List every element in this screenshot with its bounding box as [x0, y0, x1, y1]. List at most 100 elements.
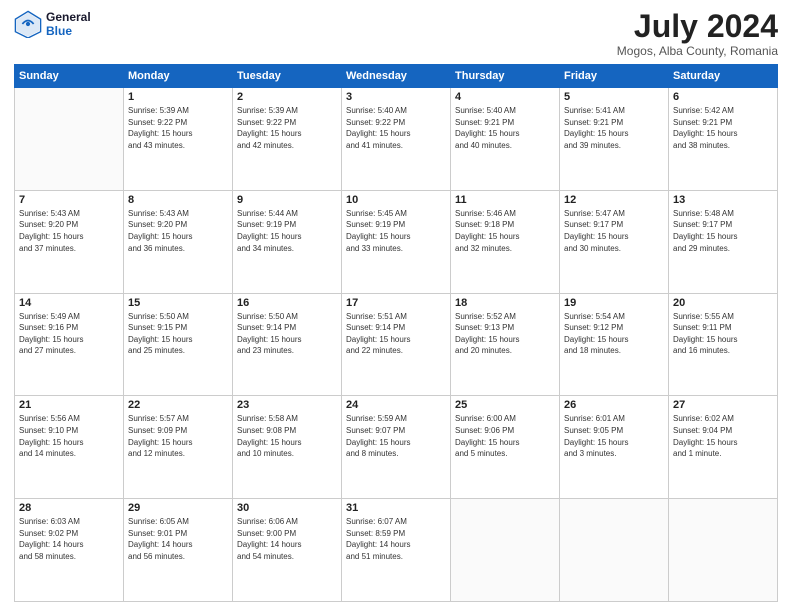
calendar-cell: 1 Sunrise: 5:39 AM Sunset: 9:22 PM Daylig…	[124, 88, 233, 191]
day-number: 10	[346, 194, 446, 206]
calendar-header-tuesday: Tuesday	[233, 65, 342, 88]
day-number: 26	[564, 399, 664, 411]
cell-content: Sunrise: 5:55 AM Sunset: 9:11 PM Dayligh…	[673, 311, 773, 357]
day-number: 31	[346, 502, 446, 514]
calendar-week-row: 14 Sunrise: 5:49 AM Sunset: 9:16 PM Dayli…	[15, 293, 778, 396]
cell-content: Sunrise: 5:51 AM Sunset: 9:14 PM Dayligh…	[346, 311, 446, 357]
cell-content: Sunrise: 5:50 AM Sunset: 9:14 PM Dayligh…	[237, 311, 337, 357]
calendar-cell: 12 Sunrise: 5:47 AM Sunset: 9:17 PM Dayli…	[560, 190, 669, 293]
day-number: 16	[237, 297, 337, 309]
day-number: 19	[564, 297, 664, 309]
calendar-cell: 18 Sunrise: 5:52 AM Sunset: 9:13 PM Dayli…	[451, 293, 560, 396]
page: General Blue July 2024 Mogos, Alba Count…	[0, 0, 792, 612]
calendar-cell: 13 Sunrise: 5:48 AM Sunset: 9:17 PM Dayli…	[669, 190, 778, 293]
calendar-cell: 4 Sunrise: 5:40 AM Sunset: 9:21 PM Daylig…	[451, 88, 560, 191]
day-number: 1	[128, 91, 228, 103]
cell-content: Sunrise: 5:40 AM Sunset: 9:22 PM Dayligh…	[346, 105, 446, 151]
calendar-week-row: 21Sunrise: 5:56 AM Sunset: 9:10 PM Dayli…	[15, 396, 778, 499]
logo-text: General Blue	[46, 10, 91, 39]
calendar-cell	[15, 88, 124, 191]
day-number: 5	[564, 91, 664, 103]
title-area: July 2024 Mogos, Alba County, Romania	[617, 10, 778, 58]
calendar-cell: 3 Sunrise: 5:40 AM Sunset: 9:22 PM Daylig…	[342, 88, 451, 191]
cell-content: Sunrise: 6:03 AM Sunset: 9:02 PM Dayligh…	[19, 516, 119, 562]
cell-content: Sunrise: 5:54 AM Sunset: 9:12 PM Dayligh…	[564, 311, 664, 357]
calendar-header-wednesday: Wednesday	[342, 65, 451, 88]
day-number: 8	[128, 194, 228, 206]
cell-content: Sunrise: 6:00 AM Sunset: 9:06 PM Dayligh…	[455, 413, 555, 459]
calendar-cell: 26 Sunrise: 6:01 AM Sunset: 9:05 PM Dayli…	[560, 396, 669, 499]
cell-content: Sunrise: 5:43 AM Sunset: 9:20 PM Dayligh…	[128, 208, 228, 254]
cell-content: Sunrise: 5:57 AM Sunset: 9:09 PM Dayligh…	[128, 413, 228, 459]
calendar-cell: 15 Sunrise: 5:50 AM Sunset: 9:15 PM Dayli…	[124, 293, 233, 396]
cell-content: Sunrise: 5:48 AM Sunset: 9:17 PM Dayligh…	[673, 208, 773, 254]
cell-content: Sunrise: 5:39 AM Sunset: 9:22 PM Dayligh…	[237, 105, 337, 151]
calendar-cell	[560, 499, 669, 602]
cell-content: Sunrise: 6:07 AM Sunset: 8:59 PM Dayligh…	[346, 516, 446, 562]
calendar-week-row: 28 Sunrise: 6:03 AM Sunset: 9:02 PM Dayli…	[15, 499, 778, 602]
calendar-cell: 25 Sunrise: 6:00 AM Sunset: 9:06 PM Dayli…	[451, 396, 560, 499]
day-number: 24	[346, 399, 446, 411]
day-number: 17	[346, 297, 446, 309]
day-number: 3	[346, 91, 446, 103]
cell-content: Sunrise: 5:52 AM Sunset: 9:13 PM Dayligh…	[455, 311, 555, 357]
cell-content: Sunrise: 5:39 AM Sunset: 9:22 PM Dayligh…	[128, 105, 228, 151]
day-number: 9	[237, 194, 337, 206]
calendar-cell: 9 Sunrise: 5:44 AM Sunset: 9:19 PM Daylig…	[233, 190, 342, 293]
month-title: July 2024	[617, 10, 778, 42]
day-number: 28	[19, 502, 119, 514]
cell-content: Sunrise: 6:06 AM Sunset: 9:00 PM Dayligh…	[237, 516, 337, 562]
cell-content: Sunrise: 6:05 AM Sunset: 9:01 PM Dayligh…	[128, 516, 228, 562]
calendar-cell: 31 Sunrise: 6:07 AM Sunset: 8:59 PM Dayli…	[342, 499, 451, 602]
cell-content: Sunrise: 5:43 AM Sunset: 9:20 PM Dayligh…	[19, 208, 119, 254]
calendar-header-friday: Friday	[560, 65, 669, 88]
calendar-week-row: 1 Sunrise: 5:39 AM Sunset: 9:22 PM Daylig…	[15, 88, 778, 191]
cell-content: Sunrise: 5:41 AM Sunset: 9:21 PM Dayligh…	[564, 105, 664, 151]
day-number: 12	[564, 194, 664, 206]
cell-content: Sunrise: 5:58 AM Sunset: 9:08 PM Dayligh…	[237, 413, 337, 459]
day-number: 15	[128, 297, 228, 309]
logo-area: General Blue	[14, 10, 91, 39]
location: Mogos, Alba County, Romania	[617, 44, 778, 58]
calendar-header-sunday: Sunday	[15, 65, 124, 88]
calendar-cell: 27Sunrise: 6:02 AM Sunset: 9:04 PM Dayli…	[669, 396, 778, 499]
cell-content: Sunrise: 5:45 AM Sunset: 9:19 PM Dayligh…	[346, 208, 446, 254]
day-number: 13	[673, 194, 773, 206]
logo-general: General	[46, 10, 91, 24]
day-number: 21	[19, 399, 119, 411]
logo-icon	[14, 10, 42, 38]
calendar-week-row: 7 Sunrise: 5:43 AM Sunset: 9:20 PM Daylig…	[15, 190, 778, 293]
day-number: 27	[673, 399, 773, 411]
cell-content: Sunrise: 5:49 AM Sunset: 9:16 PM Dayligh…	[19, 311, 119, 357]
calendar-cell	[669, 499, 778, 602]
day-number: 7	[19, 194, 119, 206]
calendar-cell: 8 Sunrise: 5:43 AM Sunset: 9:20 PM Daylig…	[124, 190, 233, 293]
day-number: 20	[673, 297, 773, 309]
cell-content: Sunrise: 5:47 AM Sunset: 9:17 PM Dayligh…	[564, 208, 664, 254]
day-number: 25	[455, 399, 555, 411]
day-number: 22	[128, 399, 228, 411]
calendar-cell: 19 Sunrise: 5:54 AM Sunset: 9:12 PM Dayli…	[560, 293, 669, 396]
calendar-header-row: SundayMondayTuesdayWednesdayThursdayFrid…	[15, 65, 778, 88]
cell-content: Sunrise: 6:01 AM Sunset: 9:05 PM Dayligh…	[564, 413, 664, 459]
day-number: 18	[455, 297, 555, 309]
calendar-cell: 22 Sunrise: 5:57 AM Sunset: 9:09 PM Dayli…	[124, 396, 233, 499]
day-number: 11	[455, 194, 555, 206]
calendar-cell: 28 Sunrise: 6:03 AM Sunset: 9:02 PM Dayli…	[15, 499, 124, 602]
cell-content: Sunrise: 5:44 AM Sunset: 9:19 PM Dayligh…	[237, 208, 337, 254]
cell-content: Sunrise: 5:40 AM Sunset: 9:21 PM Dayligh…	[455, 105, 555, 151]
calendar-cell	[451, 499, 560, 602]
calendar-cell: 10 Sunrise: 5:45 AM Sunset: 9:19 PM Dayli…	[342, 190, 451, 293]
calendar-header-saturday: Saturday	[669, 65, 778, 88]
calendar-cell: 24Sunrise: 5:59 AM Sunset: 9:07 PM Dayli…	[342, 396, 451, 499]
calendar-header-monday: Monday	[124, 65, 233, 88]
calendar-cell: 6Sunrise: 5:42 AM Sunset: 9:21 PM Daylig…	[669, 88, 778, 191]
cell-content: Sunrise: 5:50 AM Sunset: 9:15 PM Dayligh…	[128, 311, 228, 357]
calendar-cell: 14 Sunrise: 5:49 AM Sunset: 9:16 PM Dayli…	[15, 293, 124, 396]
day-number: 2	[237, 91, 337, 103]
day-number: 14	[19, 297, 119, 309]
calendar-cell: 30Sunrise: 6:06 AM Sunset: 9:00 PM Dayli…	[233, 499, 342, 602]
calendar-cell: 11Sunrise: 5:46 AM Sunset: 9:18 PM Dayli…	[451, 190, 560, 293]
day-number: 4	[455, 91, 555, 103]
calendar-cell: 29Sunrise: 6:05 AM Sunset: 9:01 PM Dayli…	[124, 499, 233, 602]
